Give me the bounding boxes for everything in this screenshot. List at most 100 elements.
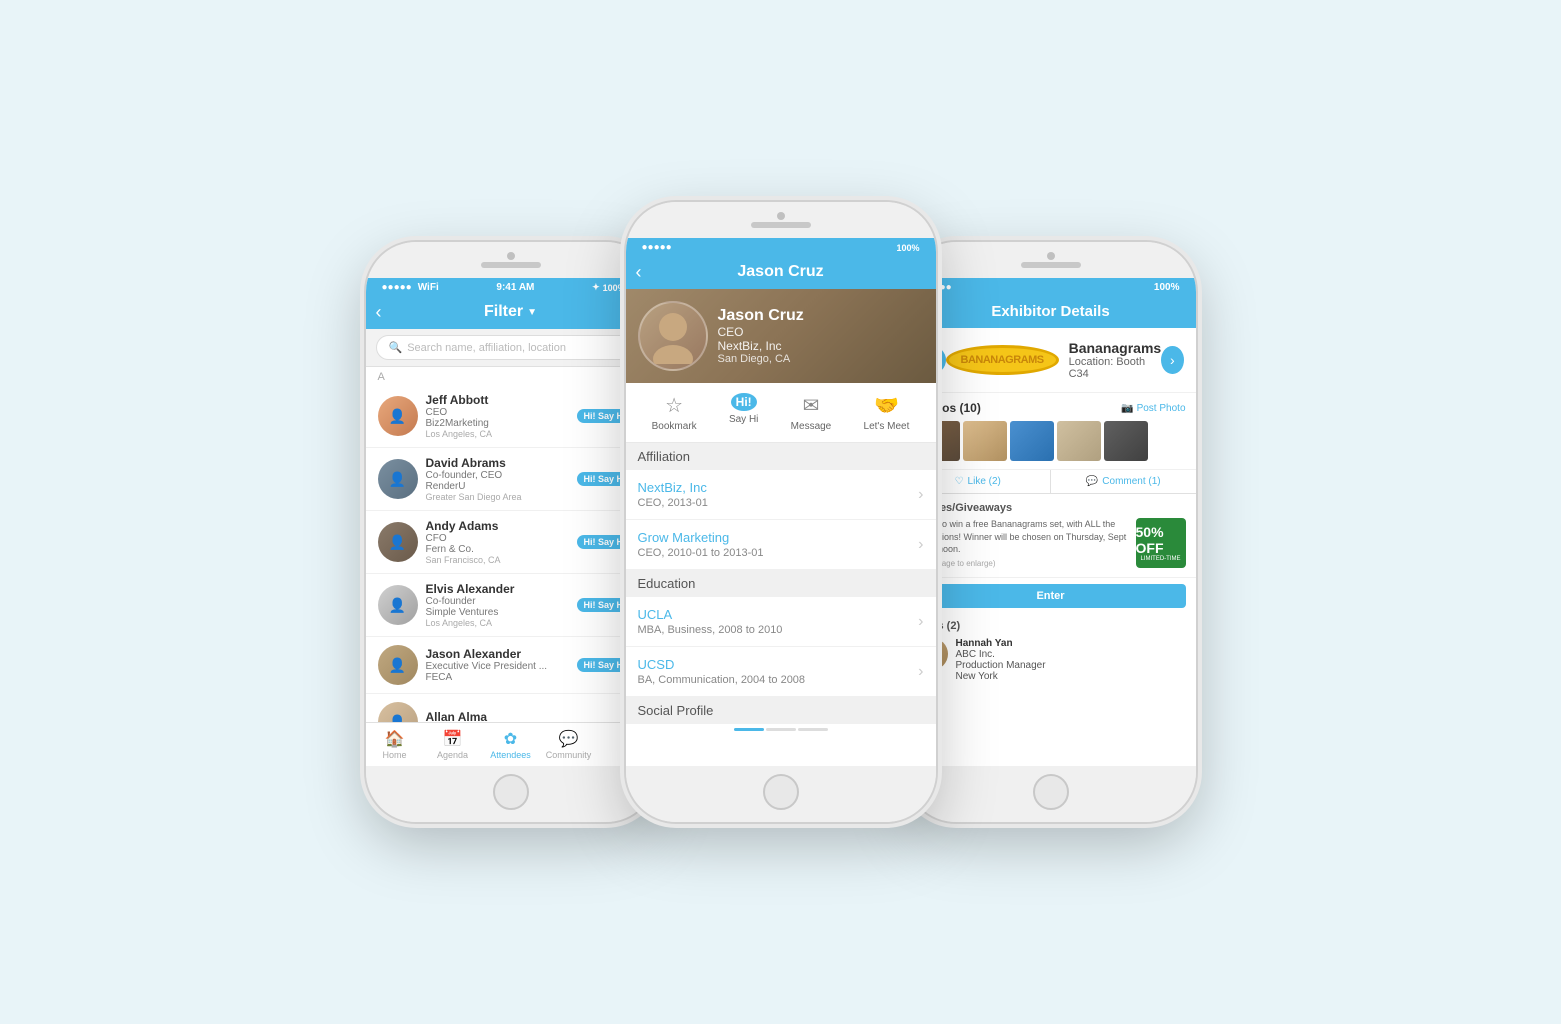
affiliation-item[interactable]: Grow Marketing CEO, 2010-01 to 2013-01 › — [626, 520, 936, 570]
home-button-left[interactable] — [493, 774, 529, 810]
list-item[interactable]: 👤 Elvis Alexander Co-founder Simple Vent… — [366, 574, 656, 637]
list-item[interactable]: 👤 Jeff Abbott CEO Biz2Marketing Los Ange… — [366, 385, 656, 448]
battery-text: 100% — [603, 283, 626, 293]
screen-center: ●●●●● 100% ‹ Jason Cruz — [626, 238, 936, 766]
phone-center: ●●●●● 100% ‹ Jason Cruz — [626, 202, 936, 822]
affiliation-detail: CEO, 2010-01 to 2013-01 — [638, 547, 764, 559]
like-name: Hannah Yan — [956, 638, 1046, 649]
attendee-location: San Francisco, CA — [426, 555, 644, 565]
photo-thumb[interactable] — [963, 421, 1007, 461]
list-item[interactable]: 👤 David Abrams Co-founder, CEO RenderU G… — [366, 448, 656, 511]
affiliation-link[interactable]: NextBiz, Inc — [638, 480, 708, 495]
affiliation-link[interactable]: Grow Marketing — [638, 530, 764, 545]
nav-attendees[interactable]: ✿ Attendees — [482, 727, 540, 762]
nav-community[interactable]: 💬 Community — [540, 727, 598, 762]
time-left: 9:41 AM — [496, 282, 534, 293]
list-item[interactable]: 👤 Jason Alexander Executive Vice Preside… — [366, 637, 656, 694]
agenda-icon: 📅 — [443, 729, 463, 749]
social-buttons: ♡ Like (2) 💬 Comment (1) — [906, 470, 1196, 494]
education-detail: BA, Communication, 2004 to 2008 — [638, 674, 806, 686]
comment-button[interactable]: 💬 Comment (1) — [1051, 470, 1196, 493]
photo-thumb[interactable] — [1010, 421, 1054, 461]
home-button-center[interactable] — [763, 774, 799, 810]
affiliation-item[interactable]: NextBiz, Inc CEO, 2013-01 › — [626, 470, 936, 520]
exhibitor-location: Location: Booth C34 — [1069, 356, 1162, 380]
scroll-dot-inactive — [766, 728, 796, 731]
signal-dots: ●●●●● — [382, 282, 412, 293]
attendee-name: Allan Alma — [426, 710, 644, 723]
say-hi-badge[interactable]: Hi! Say Hi — [577, 598, 631, 612]
phones-container: ●●●●● WiFi 9:41 AM ✦ 100% ▪ ‹ Filter ▼ — [346, 162, 1216, 862]
back-button-left[interactable]: ‹ — [376, 302, 382, 323]
raffles-title: Raffles/Giveaways — [916, 502, 1186, 514]
list-item[interactable]: 👤 Allan Alma CTO › — [366, 694, 656, 722]
phone-bottom-right — [906, 766, 1196, 822]
enter-button[interactable]: Enter — [916, 584, 1186, 608]
message-button[interactable]: ✉ Message — [791, 393, 832, 432]
like-info: Hannah Yan ABC Inc. Production Manager N… — [956, 638, 1046, 682]
bluetooth-icon: ✦ — [592, 282, 600, 293]
status-right-right: 100% — [1154, 282, 1180, 293]
say-hi-button[interactable]: Hi! Say Hi — [729, 393, 758, 432]
profile-info: Jason Cruz CEO NextBiz, Inc San Diego, C… — [718, 307, 804, 365]
phone-top-left — [366, 242, 656, 278]
attendee-name: Andy Adams — [426, 519, 644, 533]
search-bar: 🔍 Search name, affiliation, location — [366, 329, 656, 367]
say-hi-badge[interactable]: Hi! Say Hi — [577, 409, 631, 423]
status-bar-center: ●●●●● 100% — [626, 238, 936, 255]
discount-text: 50% OFF — [1136, 524, 1186, 556]
education-arrow-icon: › — [918, 613, 923, 631]
next-exhibitor-button[interactable]: › — [1161, 346, 1183, 374]
education-link[interactable]: UCLA — [638, 607, 783, 622]
comment-label: Comment (1) — [1102, 476, 1160, 487]
exhibitor-name-area: Bananagrams Location: Booth C34 — [1069, 340, 1162, 380]
status-bar-left: ●●●●● WiFi 9:41 AM ✦ 100% ▪ — [366, 278, 656, 295]
bookmark-button[interactable]: ☆ Bookmark — [652, 393, 697, 432]
list-item[interactable]: 👤 Andy Adams CFO Fern & Co. San Francisc… — [366, 511, 656, 574]
nav-attendees-label: Attendees — [490, 750, 531, 760]
raffles-section: Raffles/Giveaways Enter to win a free Ba… — [906, 494, 1196, 578]
nav-agenda-label: Agenda — [437, 750, 468, 760]
speaker-left — [481, 262, 541, 268]
affiliation-arrow-icon: › — [918, 486, 923, 504]
speaker-center — [751, 222, 811, 228]
say-hi-icon: Hi! — [731, 393, 757, 411]
attendee-name: Jeff Abbott — [426, 393, 644, 407]
avatar: 👤 — [378, 459, 418, 499]
photos-section: Photos (10) 📷 Post Photo — [906, 393, 1196, 470]
education-item[interactable]: UCLA MBA, Business, 2008 to 2010 › — [626, 597, 936, 647]
status-left: ●●●●● WiFi — [382, 282, 439, 293]
education-detail-block: UCLA MBA, Business, 2008 to 2010 — [638, 607, 783, 636]
avatar: 👤 — [378, 645, 418, 685]
filter-title: Filter ▼ — [484, 303, 537, 321]
status-bar-right: ●●●●● 100% — [906, 278, 1196, 295]
lets-meet-button[interactable]: 🤝 Let's Meet — [864, 393, 910, 432]
nav-agenda[interactable]: 📅 Agenda — [424, 727, 482, 762]
photo-thumb[interactable] — [1104, 421, 1148, 461]
nav-home[interactable]: 🏠 Home — [366, 727, 424, 762]
back-button-center[interactable]: ‹ — [636, 262, 642, 283]
photo-thumb[interactable] — [1057, 421, 1101, 461]
discount-image[interactable]: 50% OFF LIMITED-TIME — [1136, 518, 1186, 568]
education-item[interactable]: UCSD BA, Communication, 2004 to 2008 › — [626, 647, 936, 697]
say-hi-badge[interactable]: Hi! Say Hi — [577, 535, 631, 549]
search-input[interactable]: 🔍 Search name, affiliation, location — [376, 335, 646, 360]
education-link[interactable]: UCSD — [638, 657, 806, 672]
post-photo-button[interactable]: 📷 Post Photo — [1121, 403, 1185, 414]
like-location: New York — [956, 671, 1046, 682]
right-header: ‹ Exhibitor Details — [906, 295, 1196, 328]
say-hi-badge[interactable]: Hi! Say Hi — [577, 658, 631, 672]
affiliation-section-header: Affiliation — [626, 443, 936, 470]
affiliation-detail-block: NextBiz, Inc CEO, 2013-01 — [638, 480, 708, 509]
raffles-image-block: 50% OFF LIMITED-TIME — [1136, 518, 1186, 569]
dropdown-icon: ▼ — [527, 307, 537, 318]
photo-strip — [916, 421, 1186, 461]
phone-top-center — [626, 202, 936, 238]
attendee-info: Allan Alma CTO — [426, 710, 644, 723]
profile-location: San Diego, CA — [718, 353, 804, 365]
phone-bottom-left — [366, 766, 656, 822]
message-icon: ✉ — [803, 393, 820, 418]
avatar: 👤 — [378, 522, 418, 562]
say-hi-badge[interactable]: Hi! Say Hi — [577, 472, 631, 486]
home-button-right[interactable] — [1033, 774, 1069, 810]
